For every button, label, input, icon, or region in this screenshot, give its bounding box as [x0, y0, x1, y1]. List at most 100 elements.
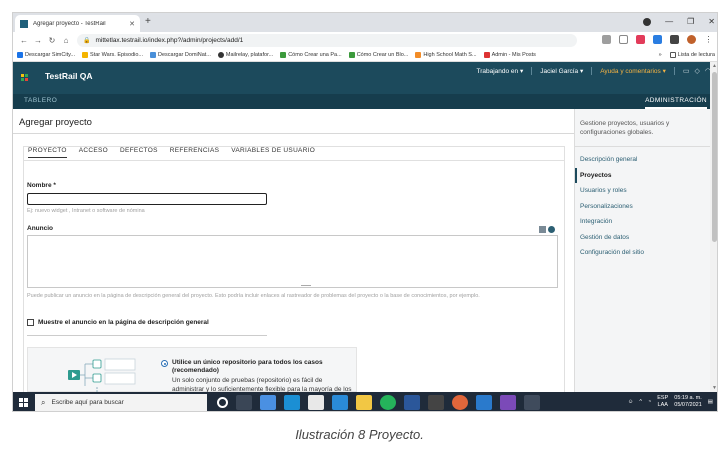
- more-bookmarks-button[interactable]: »: [659, 52, 662, 58]
- dropbox-icon[interactable]: [260, 395, 276, 410]
- scroll-up-icon[interactable]: ▲: [712, 63, 717, 69]
- browser-tab[interactable]: Agregar proyecto - TestRail ✕: [15, 15, 140, 32]
- sidebar-item-integration[interactable]: Integración: [575, 214, 711, 230]
- sidebar-item-projects[interactable]: Proyectos: [575, 167, 711, 183]
- tab-user-variables[interactable]: VARIABLES DE USUARIO: [231, 147, 315, 158]
- tag-icon[interactable]: ◇: [695, 67, 700, 75]
- word-icon[interactable]: [404, 395, 420, 410]
- sidebar-item-data-management[interactable]: Gestión de datos: [575, 230, 711, 246]
- search-icon: ⌕: [41, 397, 46, 407]
- notification-icon[interactable]: ▤: [708, 399, 713, 405]
- url-field[interactable]: 🔒 mittetlax.testrail.io/index.php?/admin…: [77, 34, 577, 47]
- forward-icon[interactable]: →: [31, 36, 45, 45]
- figure-caption: Ilustración 8 Proyecto.: [295, 427, 424, 442]
- translate-icon[interactable]: [602, 35, 611, 44]
- sidebar-item-customizations[interactable]: Personalizaciones: [575, 199, 711, 215]
- single-repository-title: Utilice un único repositorio para todos …: [172, 359, 323, 374]
- home-icon[interactable]: ⌂: [59, 36, 73, 45]
- cortana-icon[interactable]: [217, 397, 228, 408]
- lock-icon[interactable]: 🔒: [83, 37, 90, 44]
- bookmark-favicon-icon: [483, 52, 490, 58]
- close-window-icon[interactable]: ✕: [708, 14, 715, 29]
- minimize-icon[interactable]: —: [665, 14, 673, 29]
- star-bookmark-icon[interactable]: [619, 35, 628, 44]
- announcement-field[interactable]: [27, 235, 558, 288]
- help-menu[interactable]: Ayuda y comentarios ▾: [600, 67, 666, 75]
- sidebar-menu: Descripción general Proyectos Usuarios y…: [575, 152, 711, 261]
- nav-administration[interactable]: ADMINISTRACIÓN: [645, 94, 707, 109]
- file-explorer-icon[interactable]: [356, 395, 372, 410]
- extension-blue-icon[interactable]: [653, 35, 662, 44]
- show-announcement-checkbox[interactable]: [27, 319, 34, 326]
- tab-references[interactable]: REFERENCIAS: [170, 147, 220, 158]
- language-code: ESP: [657, 395, 669, 401]
- bookmark-item[interactable]: Admin - Mis Posts: [483, 52, 536, 58]
- github-icon[interactable]: [500, 395, 516, 410]
- record-icon[interactable]: [643, 18, 652, 26]
- new-tab-icon[interactable]: +: [145, 15, 151, 29]
- main-content: Agregar proyecto PROYECTO ACCESO DEFECTO…: [13, 109, 574, 401]
- taskbar-search[interactable]: ⌕ Escribe aquí para buscar: [35, 394, 207, 411]
- show-hidden-icons-icon[interactable]: ^: [639, 399, 642, 405]
- chrome-icon[interactable]: [452, 395, 468, 410]
- windows-start-icon[interactable]: [19, 398, 28, 407]
- repository-option-card[interactable]: Utilice un único repositorio para todos …: [27, 347, 357, 401]
- tab-access[interactable]: ACCESO: [79, 147, 108, 158]
- show-announcement-label: Muestre el anuncio en la página de descr…: [38, 319, 209, 326]
- testrail-logo-icon[interactable]: [21, 74, 29, 82]
- profile-avatar-icon[interactable]: [687, 35, 696, 44]
- task-view-icon[interactable]: [236, 395, 252, 410]
- scroll-thumb[interactable]: [712, 72, 717, 242]
- bookmark-item[interactable]: High School Math S...: [415, 52, 477, 58]
- keyboard-icon[interactable]: ▭: [683, 67, 690, 75]
- bookmark-item[interactable]: Descargar DomiNat...: [150, 52, 211, 58]
- bookmark-item[interactable]: Star Wars. Episodio...: [82, 52, 143, 58]
- working-in-menu[interactable]: Trabajando en ▾: [476, 67, 523, 75]
- infinity-icon[interactable]: [332, 395, 348, 410]
- close-tab-icon[interactable]: ✕: [129, 20, 135, 28]
- bookmark-item[interactable]: Cómo Crear un Blo...: [348, 52, 408, 58]
- back-icon[interactable]: ←: [17, 36, 31, 45]
- reading-list-button[interactable]: Lista de lectura: [669, 52, 715, 58]
- app-nav: TABLERO ADMINISTRACIÓN: [13, 94, 717, 109]
- menu-kebab-icon[interactable]: ⋮: [704, 35, 713, 44]
- help-icon[interactable]: [548, 226, 555, 233]
- sidebar-item-site-settings[interactable]: Configuración del sitio: [575, 245, 711, 261]
- divider: [23, 160, 565, 161]
- network-icon[interactable]: ◔: [648, 399, 651, 405]
- show-announcement-row[interactable]: Muestre el anuncio en la página de descr…: [27, 319, 209, 326]
- scroll-down-icon[interactable]: ▼: [712, 385, 717, 391]
- pocket-icon[interactable]: [636, 35, 645, 44]
- name-input[interactable]: [27, 193, 267, 205]
- terminal-icon[interactable]: [428, 395, 444, 410]
- page-scrollbar[interactable]: ▲ ▼: [710, 62, 717, 392]
- resize-grip-icon[interactable]: [301, 285, 311, 286]
- reading-list-icon: [669, 52, 676, 58]
- nav-dashboard[interactable]: TABLERO: [24, 97, 57, 104]
- vscode-icon[interactable]: [476, 395, 492, 410]
- bookmark-item[interactable]: Descargar SimCity...: [17, 52, 75, 58]
- user-menu[interactable]: Jaciel García ▾: [540, 67, 583, 75]
- single-repository-radio[interactable]: [161, 360, 168, 367]
- reload-icon[interactable]: ↻: [45, 36, 59, 45]
- image-icon[interactable]: [539, 226, 546, 233]
- clock[interactable]: 05:19 a. m. 05/07/2021: [674, 395, 702, 409]
- language-indicator[interactable]: ESP LAA: [657, 395, 668, 409]
- app-title[interactable]: TestRail QA: [45, 71, 93, 81]
- app-green-icon[interactable]: [380, 395, 396, 410]
- people-icon[interactable]: ☺: [628, 399, 634, 405]
- divider: [531, 67, 533, 75]
- edge-icon[interactable]: [284, 395, 300, 410]
- bookmark-item[interactable]: Mailrelay, platafor...: [217, 52, 273, 58]
- app-arrow-icon[interactable]: [524, 395, 540, 410]
- sidebar-item-users-roles[interactable]: Usuarios y roles: [575, 183, 711, 199]
- puzzle-icon[interactable]: [670, 35, 679, 44]
- sidebar-item-overview[interactable]: Descripción general: [575, 152, 711, 168]
- restore-icon[interactable]: ❐: [687, 14, 694, 29]
- bookmark-item[interactable]: Cómo Crear una Pa...: [280, 52, 342, 58]
- system-tray: ☺ ^ ◔ ESP LAA 05:19 a. m. 05/07/2021 ▤: [628, 395, 713, 409]
- tab-defects[interactable]: DEFECTOS: [120, 147, 158, 158]
- store-icon[interactable]: [308, 395, 324, 410]
- header-tools: ▭ ◇ ◠: [683, 67, 711, 75]
- tab-project[interactable]: PROYECTO: [28, 147, 67, 158]
